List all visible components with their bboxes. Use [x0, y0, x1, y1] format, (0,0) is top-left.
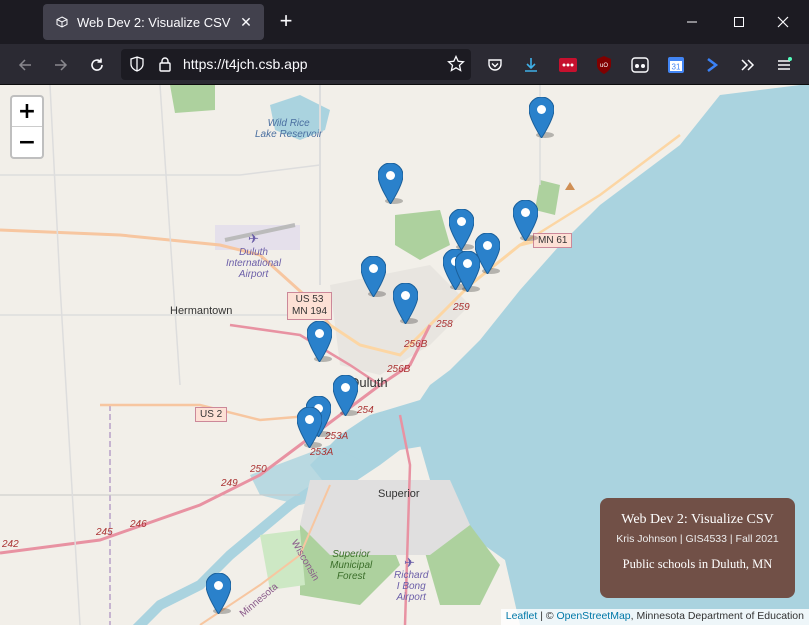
road-shield-us2: US 2 [195, 407, 228, 422]
zoom-control: + − [10, 95, 44, 159]
tab-title: Web Dev 2: Visualize CSV [77, 14, 231, 30]
tab-bar: Web Dev 2: Visualize CSV ✕ + [0, 0, 809, 44]
map-label-hermantown: Hermantown [170, 305, 233, 317]
school-marker[interactable] [392, 282, 419, 325]
back-arrow-icon[interactable] [12, 52, 38, 78]
arrow-extension-icon[interactable] [699, 52, 725, 78]
road-shield-us53: US 53 MN 194 [287, 292, 333, 320]
forward-arrow-icon[interactable] [48, 52, 74, 78]
ublock-icon[interactable]: uO [591, 52, 617, 78]
school-marker[interactable] [454, 250, 481, 293]
address-bar[interactable]: https://t4jch.csb.app [121, 49, 471, 80]
exit-label: 253A [310, 447, 334, 458]
lastpass-extension-icon[interactable] [555, 52, 581, 78]
url-text: https://t4jch.csb.app [183, 56, 308, 72]
calendar-day: 31 [672, 63, 681, 72]
exit-label: 245 [96, 527, 113, 538]
school-marker[interactable] [448, 208, 475, 251]
info-title: Web Dev 2: Visualize CSV [621, 512, 774, 527]
leaflet-map[interactable]: ✈ ✈ Wild Rice Lake Reservoir Duluth Inte… [0, 85, 809, 625]
container-extension-icon[interactable] [627, 52, 653, 78]
codesandbox-icon [55, 15, 69, 29]
info-subtitle: Kris Johnson | GIS4533 | Fall 2021 [616, 533, 779, 545]
new-tab-button[interactable]: + [274, 10, 298, 34]
road-shield-mn61: MN 61 [533, 233, 573, 248]
svg-text:uO: uO [600, 63, 608, 69]
exit-label: 250 [250, 464, 267, 475]
attribution-source: , Minnesota Department of Education [630, 610, 804, 622]
school-marker[interactable] [528, 96, 555, 139]
school-marker[interactable] [332, 374, 359, 417]
school-marker[interactable] [360, 255, 387, 298]
school-marker[interactable] [377, 162, 404, 205]
school-marker[interactable] [512, 199, 539, 242]
zoom-out-button[interactable]: − [12, 127, 42, 157]
bookmark-star-icon[interactable] [447, 54, 465, 78]
active-tab[interactable]: Web Dev 2: Visualize CSV ✕ [43, 4, 264, 40]
leaflet-link[interactable]: Leaflet [506, 610, 538, 622]
svg-text:✈: ✈ [248, 232, 259, 247]
calendar-extension-icon[interactable]: 31 [663, 52, 689, 78]
school-marker[interactable] [205, 572, 232, 615]
exit-label: 254 [357, 405, 374, 416]
exit-label: 242 [2, 539, 19, 550]
school-marker[interactable] [296, 406, 323, 449]
hamburger-menu-icon[interactable] [771, 52, 797, 78]
exit-label: 246 [130, 519, 147, 530]
maximize-icon[interactable] [725, 8, 753, 36]
map-label-superior: Superior [378, 488, 420, 500]
svg-text:✈: ✈ [404, 556, 415, 571]
navigation-toolbar: https://t4jch.csb.app uO 31 [0, 44, 809, 85]
map-label-richard-bong: Richard I Bong Airport [394, 570, 429, 603]
overflow-chevrons-icon[interactable] [734, 52, 760, 78]
map-label-wild-rice: Wild Rice Lake Reservoir [255, 118, 323, 140]
exit-label: 256B [404, 339, 428, 350]
attribution-separator: | © [537, 610, 557, 622]
map-label-superior-forest: Superior Municipal Forest [330, 549, 373, 582]
minimize-icon[interactable] [678, 8, 706, 36]
close-tab-icon[interactable]: ✕ [234, 10, 258, 34]
exit-label: 249 [221, 478, 238, 489]
exit-label: 258 [436, 319, 453, 330]
exit-label: 259 [453, 302, 470, 313]
exit-label: 256B [387, 364, 411, 375]
pocket-icon[interactable] [482, 52, 508, 78]
map-label-airport: Duluth International Airport [226, 247, 282, 280]
lock-icon[interactable] [157, 56, 173, 77]
osm-link[interactable]: OpenStreetMap [557, 610, 631, 622]
shield-icon[interactable] [129, 56, 145, 77]
downloads-icon[interactable] [518, 52, 544, 78]
attribution: Leaflet | © OpenStreetMap, Minnesota Dep… [500, 609, 809, 625]
zoom-in-button[interactable]: + [12, 97, 42, 127]
window-close-icon[interactable] [769, 8, 797, 36]
reload-icon[interactable] [84, 52, 110, 78]
info-box: Web Dev 2: Visualize CSV Kris Johnson | … [600, 498, 795, 598]
school-marker[interactable] [306, 320, 333, 363]
info-description: Public schools in Duluth, MN [622, 557, 773, 571]
